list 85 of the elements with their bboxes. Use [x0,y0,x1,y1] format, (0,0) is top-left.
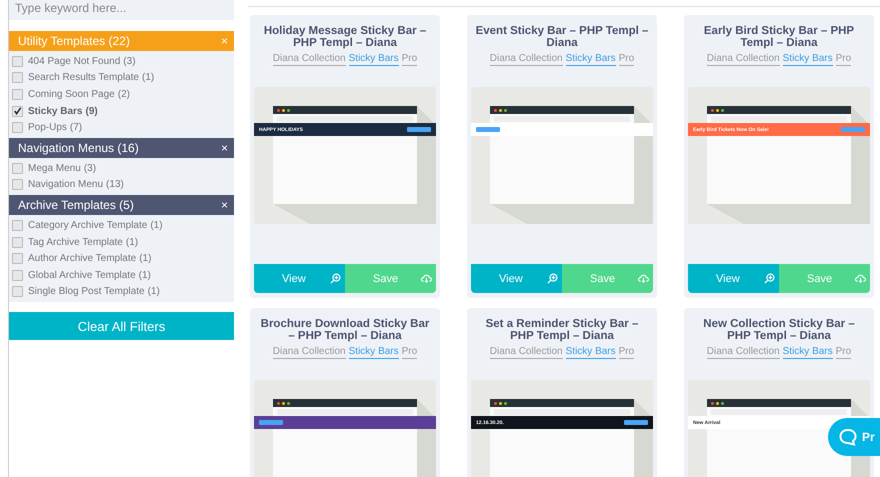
filter-count: (1) [148,286,160,298]
zoom-in-icon [330,273,341,284]
view-button[interactable]: View [254,264,345,293]
filter-group-header[interactable]: Archive Templates (5) × [9,195,234,216]
filter-label[interactable]: Search Results Template [28,72,139,84]
tag-link[interactable]: Pro [618,346,634,359]
save-button[interactable]: Save [562,264,653,293]
filter-count: (1) [138,270,151,281]
tag-link[interactable]: Sticky Bars [348,346,399,359]
checkbox[interactable] [12,253,23,264]
card-title[interactable]: Early Bird Sticky Bar – PHP Templ – Diana [684,25,874,49]
filter-count: (1) [150,220,163,231]
cloud-download-icon [638,273,649,284]
filter-count: (1) [142,72,154,84]
checkbox[interactable] [12,220,23,231]
filter-label[interactable]: Author Archive Template [28,253,136,264]
tag-link[interactable]: Diana Collection [706,346,780,359]
search-field[interactable]: Type keyword here... [9,0,234,20]
tag-link[interactable]: Pro [836,53,852,66]
filter-count: (13) [106,179,124,190]
cloud-download-icon [421,273,432,284]
card-title[interactable]: New Collection Sticky Bar – PHP Templ – Diana [684,318,874,342]
card-title[interactable]: Set a Reminder Sticky Bar – PHP Templ – Diana [467,318,657,342]
filter-label[interactable]: Global Archive Template [28,270,136,281]
filter-label[interactable]: Single Blog Post Template [28,286,145,298]
checkbox[interactable] [12,236,23,248]
tag-link[interactable]: Sticky Bars [348,53,399,66]
tag-link[interactable]: Pro [836,346,852,359]
filter-label[interactable]: 404 Page Not Found [28,56,120,67]
card-title[interactable]: Brochure Download Sticky Bar – PHP Templ – Diana [250,318,440,342]
checkbox[interactable] [12,88,23,100]
card-title[interactable]: Event Sticky Bar – PHP Templ – Diana [467,25,657,49]
filter-group-title: Utility Templates (22) [18,34,130,48]
tag-link[interactable]: Pro [618,53,634,66]
checkbox[interactable] [12,72,23,84]
filter-count: (1) [139,253,152,264]
filter-count: (3) [123,56,136,67]
filter-label[interactable]: Navigation Menu [28,179,104,190]
zoom-in-icon [764,273,775,284]
filter-label[interactable]: Category Archive Template [28,220,148,231]
save-button[interactable]: Save [779,264,870,293]
tag-link[interactable]: Sticky Bars [566,53,616,66]
filter-group-header[interactable]: Navigation Menus (16) × [9,138,234,158]
chat-bubble-icon [838,427,858,447]
checkbox[interactable] [12,286,23,298]
close-icon[interactable]: × [220,198,228,212]
tag-link[interactable]: Sticky Bars [566,346,616,359]
filter-count: (2) [118,88,130,100]
tag-link[interactable]: Diana Collection [706,53,780,66]
checkbox[interactable] [12,106,23,117]
checkbox[interactable] [12,56,23,67]
card-title[interactable]: Holiday Message Sticky Bar – PHP Templ – Diana [250,25,440,49]
close-icon[interactable]: × [220,140,228,155]
tag-link[interactable]: Diana Collection [272,346,346,359]
tag-link[interactable]: Sticky Bars [782,346,833,359]
filter-group-header[interactable]: Utility Templates (22) × [9,31,234,51]
tag-link[interactable]: Diana Collection [490,346,563,359]
filter-label[interactable]: Sticky Bars [28,106,82,117]
filter-count: (1) [126,236,138,248]
filter-label[interactable]: Coming Soon Page [28,88,115,100]
filter-count: (9) [85,106,98,117]
checkbox[interactable] [12,179,23,190]
tag-link[interactable]: Diana Collection [272,53,346,66]
close-icon[interactable]: × [220,34,228,48]
filter-label[interactable]: Tag Archive Template [28,236,123,248]
filter-label[interactable]: Mega Menu [28,162,81,174]
checkbox[interactable] [12,162,23,174]
tag-link[interactable]: Sticky Bars [782,53,833,66]
cloud-download-icon [855,273,866,284]
filter-label[interactable]: Pop-Ups [28,122,67,134]
clear-filters-button[interactable]: Clear All Filters [9,312,234,340]
zoom-in-icon [547,273,558,284]
filter-count: (7) [70,122,82,134]
filter-group-title: Archive Templates (5) [18,198,134,212]
filter-count: (3) [84,162,96,174]
tag-link[interactable]: Pro [402,346,418,359]
save-button[interactable]: Save [345,264,436,293]
view-button[interactable]: View [688,264,779,293]
tag-link[interactable]: Diana Collection [490,53,563,66]
checkbox[interactable] [12,270,23,281]
checkbox[interactable] [12,122,23,134]
chat-button[interactable]: Pr [828,418,880,456]
view-button[interactable]: View [471,264,562,293]
tag-link[interactable]: Pro [402,53,418,66]
filter-group-title: Navigation Menus (16) [18,140,139,155]
